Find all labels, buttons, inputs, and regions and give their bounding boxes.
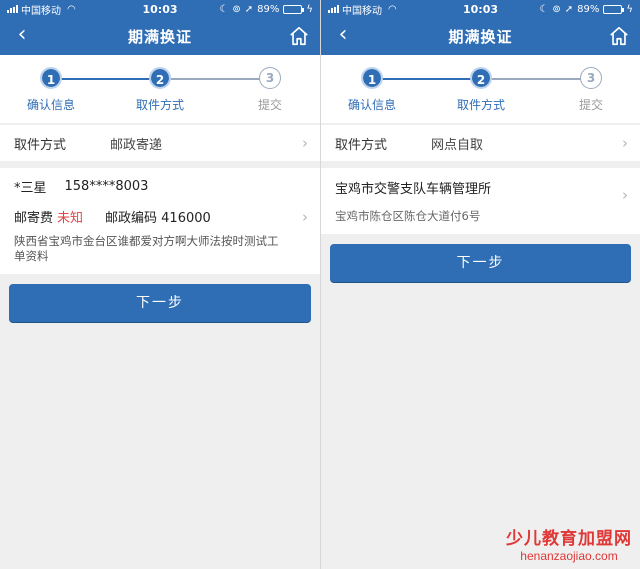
pickup-method-value: 邮政寄递 — [110, 137, 163, 153]
station-name: 宝鸡市交警支队车辆管理所 — [335, 182, 492, 197]
postage-value: 未知 — [57, 210, 84, 226]
step-number: 2 — [149, 67, 171, 89]
status-time: 10:03 — [462, 2, 498, 16]
step-number: 3 — [259, 67, 281, 89]
home-icon[interactable] — [288, 25, 310, 47]
recipient-line: *三星 158****8003 — [14, 176, 306, 196]
status-time: 10:03 — [142, 2, 178, 16]
page-title: 期满换证 — [127, 28, 192, 46]
station-card[interactable]: 宝鸡市交警支队车辆管理所 宝鸡市陈仓区陈仓大道付6号 › — [321, 168, 640, 234]
step-1: 1 确认信息 — [16, 67, 86, 113]
chevron-right-icon: › — [302, 134, 308, 152]
screenshot-pair: 中国移动 ◠ 10:03 ☾ ⊚ ➚ 89% ϟ ‹ 期满换证 1 确认信息 2… — [0, 0, 640, 569]
nav-bar: ‹ 期满换证 — [321, 18, 640, 55]
pickup-method-row[interactable]: 取件方式 邮政寄递 › — [0, 125, 320, 161]
watermark-url: henanzaojiao.com — [520, 549, 618, 563]
step-progress: 1 确认信息 2 取件方式 3 提交 — [0, 55, 320, 123]
address-text: 陕西省宝鸡市金台区谁都爱对方啊大师法按时测试工单资料 — [14, 234, 279, 263]
chevron-left-icon[interactable]: ‹ — [10, 22, 34, 48]
pickup-method-value: 网点自取 — [431, 137, 484, 153]
step-label: 取件方式 — [456, 98, 505, 112]
chevron-right-icon: › — [622, 134, 628, 152]
chevron-right-icon: › — [302, 208, 308, 226]
chevron-right-icon: › — [622, 186, 628, 204]
pickup-method-label: 取件方式 — [335, 137, 388, 153]
recipient-name: *三星 — [14, 180, 47, 196]
phone-screen-postal: 中国移动 ◠ 10:03 ☾ ⊚ ➚ 89% ϟ ‹ 期满换证 1 确认信息 2… — [0, 0, 320, 569]
step-3: 3 提交 — [235, 67, 305, 113]
step-1: 1 确认信息 — [337, 67, 407, 113]
step-number: 3 — [580, 67, 602, 89]
step-number: 1 — [361, 67, 383, 89]
page-title: 期满换证 — [448, 28, 513, 46]
watermark: 少儿教育加盟网 henanzaojiao.com — [506, 524, 632, 563]
step-label: 确认信息 — [26, 98, 75, 112]
header: 中国移动 ◠ 10:03 ☾ ⊚ ➚ 89% ϟ ‹ 期满换证 — [0, 0, 320, 55]
phone-screen-pickup: 中国移动 ◠ 10:03 ☾ ⊚ ➚ 89% ϟ ‹ 期满换证 1 确认信息 2… — [320, 0, 640, 569]
chevron-left-icon[interactable]: ‹ — [331, 22, 355, 48]
postcode: 邮政编码 416000 — [105, 210, 211, 226]
step-2: 2 取件方式 — [446, 67, 516, 113]
next-step-button[interactable]: 下一步 — [330, 244, 631, 282]
header: 中国移动 ◠ 10:03 ☾ ⊚ ➚ 89% ϟ ‹ 期满换证 — [321, 0, 640, 55]
step-label: 提交 — [257, 98, 282, 112]
nav-bar: ‹ 期满换证 — [0, 18, 320, 55]
pickup-method-row[interactable]: 取件方式 网点自取 › — [321, 125, 640, 161]
status-bar: 中国移动 ◠ 10:03 ☾ ⊚ ➚ 89% ϟ — [321, 0, 640, 18]
address-card[interactable]: *三星 158****8003 邮寄费 未知 邮政编码 416000 陕西省宝鸡… — [0, 168, 320, 274]
step-2: 2 取件方式 — [125, 67, 195, 113]
step-label: 取件方式 — [135, 98, 184, 112]
step-label: 确认信息 — [347, 98, 396, 112]
battery-icon — [283, 4, 305, 14]
watermark-title: 少儿教育加盟网 — [506, 529, 632, 549]
station-address: 宝鸡市陈仓区陈仓大道付6号 — [335, 209, 481, 223]
status-bar: 中国移动 ◠ 10:03 ☾ ⊚ ➚ 89% ϟ — [0, 0, 320, 18]
pickup-method-label: 取件方式 — [14, 137, 67, 153]
step-progress: 1 确认信息 2 取件方式 3 提交 — [321, 55, 640, 123]
step-number: 2 — [470, 67, 492, 89]
postage-line: 邮寄费 未知 邮政编码 416000 — [14, 204, 306, 228]
step-number: 1 — [40, 67, 62, 89]
home-icon[interactable] — [608, 25, 630, 47]
step-label: 提交 — [578, 98, 603, 112]
recipient-phone: 158****8003 — [64, 178, 149, 194]
battery-icon — [603, 4, 625, 14]
postage-label: 邮寄费 — [14, 210, 54, 226]
next-step-button[interactable]: 下一步 — [9, 284, 311, 322]
step-3: 3 提交 — [556, 67, 626, 113]
